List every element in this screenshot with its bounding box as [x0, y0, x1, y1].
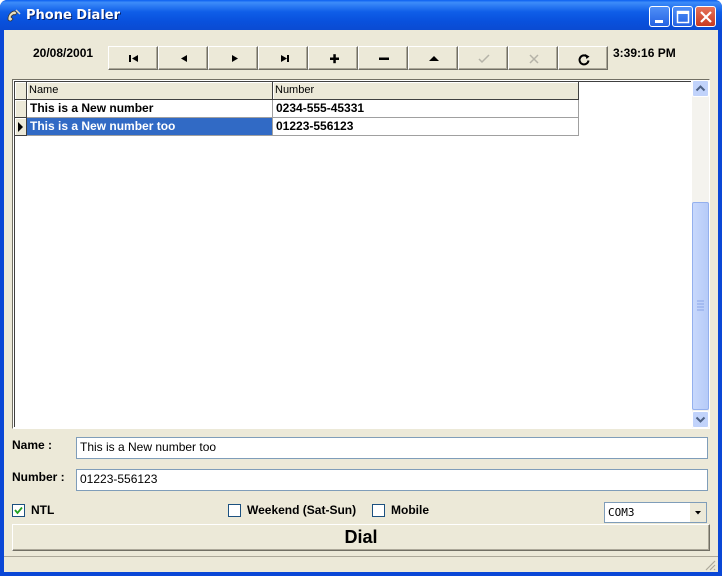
post-record-button[interactable] [458, 46, 508, 70]
minimize-button[interactable] [649, 6, 670, 27]
insert-record-button[interactable] [308, 46, 358, 70]
next-record-button[interactable] [208, 46, 258, 70]
close-button[interactable] [695, 6, 716, 27]
refresh-icon [578, 54, 590, 66]
minimize-icon [655, 20, 663, 23]
number-field[interactable]: 01223-556123 [76, 469, 708, 491]
scroll-down-icon [695, 416, 706, 423]
name-field[interactable]: This is a New number too [76, 437, 708, 459]
first-record-button[interactable] [108, 46, 158, 70]
phone-number-grid[interactable]: Name Number This is a New number 0234-55… [12, 79, 710, 429]
row-indicator[interactable] [15, 100, 27, 118]
first-record-icon [129, 55, 138, 62]
scroll-up-button[interactable] [692, 80, 709, 97]
com-port-value: COM3 [608, 506, 635, 519]
column-header-name[interactable]: Name [27, 82, 273, 100]
grid-body: Name Number This is a New number 0234-55… [14, 81, 691, 427]
vertical-scrollbar[interactable] [692, 80, 709, 428]
weekend-label: Weekend (Sat-Sun) [247, 503, 357, 517]
mobile-checkbox[interactable] [372, 504, 385, 517]
last-record-icon [281, 55, 289, 62]
scroll-down-button[interactable] [692, 411, 709, 428]
insert-record-icon [330, 54, 339, 64]
next-record-icon [232, 55, 238, 62]
client-area: 20/08/2001 3:39:16 PM Name Number This i… [4, 30, 718, 572]
cancel-record-icon [529, 54, 539, 64]
status-bar [4, 556, 718, 572]
number-label: Number : [12, 470, 65, 484]
prior-record-icon [181, 55, 187, 62]
date-display: 20/08/2001 [33, 46, 94, 60]
time-display: 3:39:16 PM [613, 46, 676, 60]
scroll-thumb[interactable] [692, 202, 709, 410]
row-indicator-current[interactable] [15, 118, 27, 136]
edit-record-icon [429, 56, 439, 61]
cancel-record-button[interactable] [508, 46, 558, 70]
maximize-button[interactable] [672, 6, 693, 27]
delete-record-icon [379, 57, 389, 60]
resize-grip-icon[interactable] [704, 559, 716, 571]
cell-number[interactable]: 01223-556123 [273, 118, 579, 136]
name-label: Name : [12, 438, 53, 452]
column-header-number[interactable]: Number [273, 82, 579, 100]
phone-dialer-window: Phone Dialer 20/08/2001 3:39:16 PM Name … [0, 0, 722, 576]
mobile-label: Mobile [391, 503, 429, 517]
last-record-button[interactable] [258, 46, 308, 70]
grip-lines-icon [697, 300, 704, 311]
cell-name[interactable]: This is a New number [27, 100, 273, 118]
weekend-checkbox[interactable] [228, 504, 241, 517]
edit-record-button[interactable] [408, 46, 458, 70]
checkmark-icon [14, 506, 23, 515]
com-port-select[interactable]: COM3 [604, 502, 707, 523]
chevron-down-icon [695, 511, 701, 515]
title-bar[interactable]: Phone Dialer [0, 0, 722, 30]
prior-record-button[interactable] [158, 46, 208, 70]
dial-button[interactable]: Dial [12, 524, 710, 551]
maximize-icon [676, 10, 690, 24]
grid-corner [15, 82, 27, 100]
current-row-arrow-icon [18, 122, 23, 132]
post-record-icon [478, 54, 490, 64]
db-navigator [108, 46, 608, 70]
combo-dropdown-button[interactable] [689, 503, 706, 522]
scroll-up-icon [695, 85, 706, 92]
ntl-label: NTL [31, 503, 55, 517]
refresh-button[interactable] [558, 46, 608, 70]
close-icon [700, 11, 712, 23]
window-title: Phone Dialer [26, 8, 121, 23]
ntl-checkbox[interactable] [12, 504, 25, 517]
delete-record-button[interactable] [358, 46, 408, 70]
cell-number[interactable]: 0234-555-45331 [273, 100, 579, 118]
cell-name-selected[interactable]: This is a New number too [27, 118, 273, 136]
phone-app-icon [7, 9, 21, 22]
